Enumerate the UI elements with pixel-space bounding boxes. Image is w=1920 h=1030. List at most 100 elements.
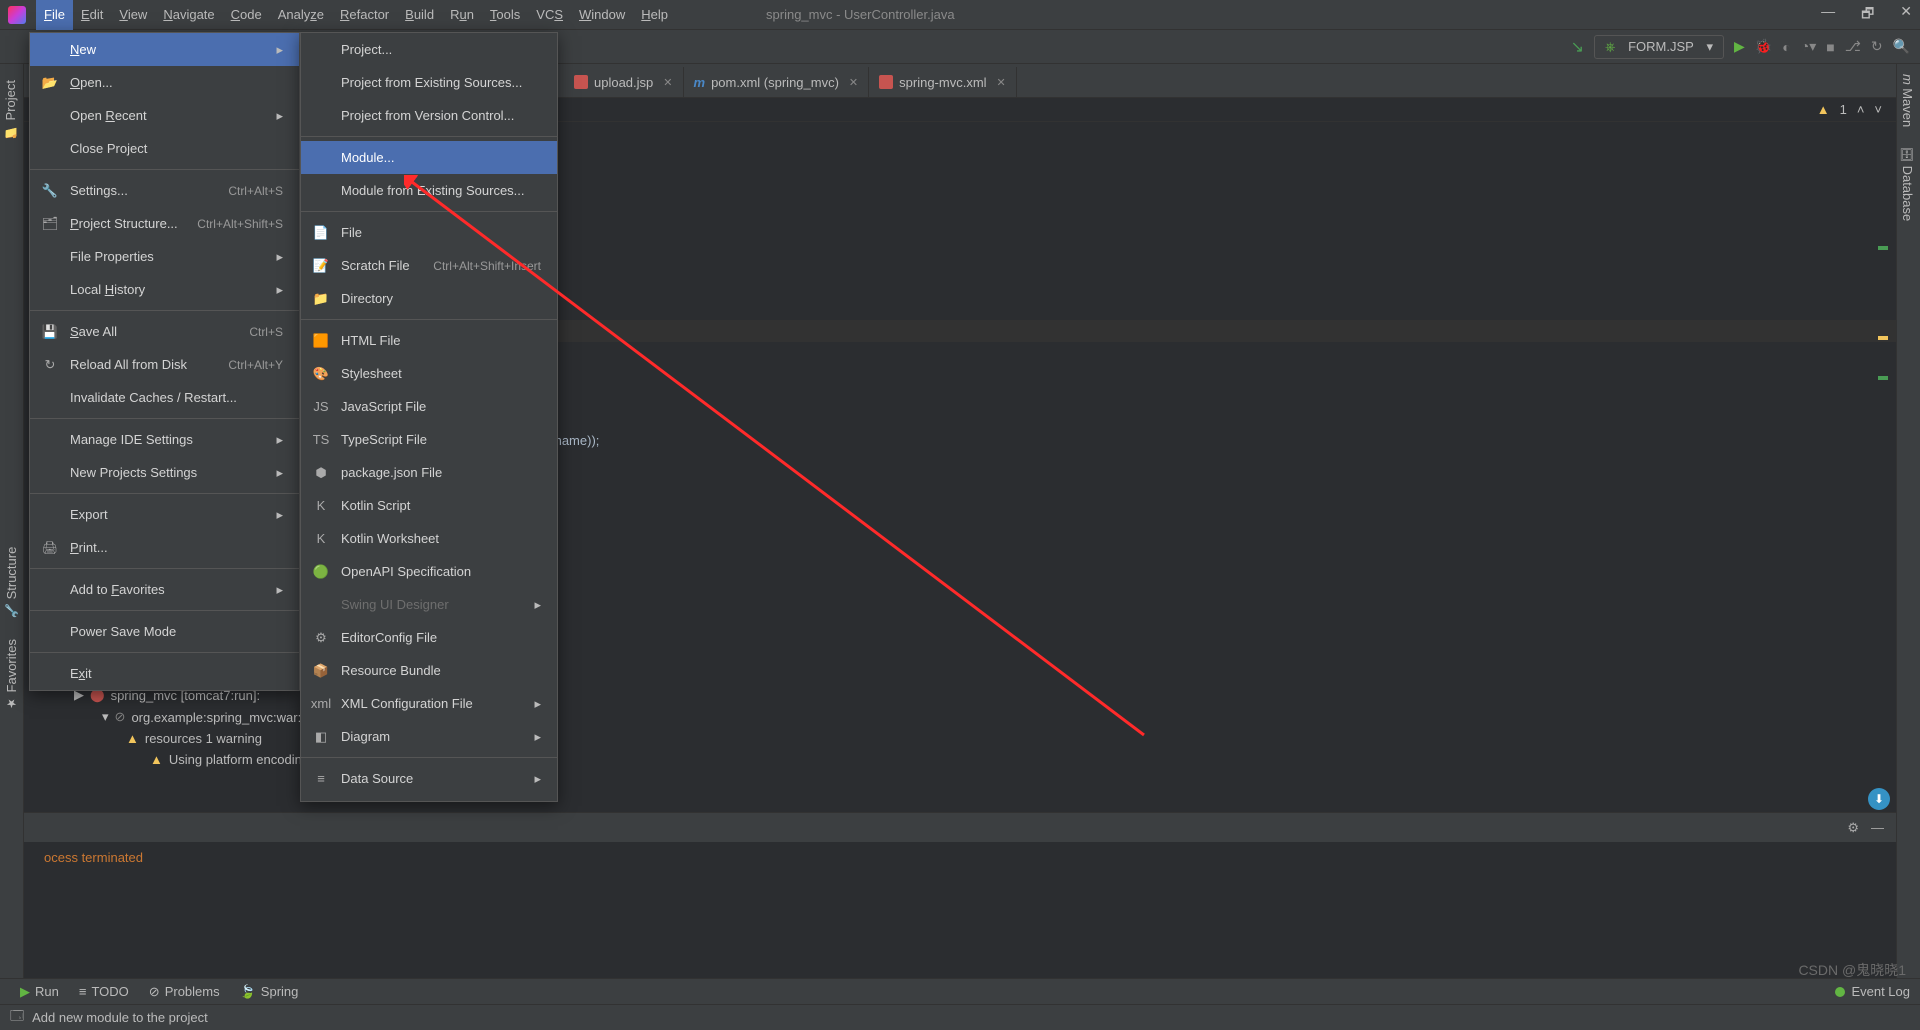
update-icon[interactable]: ↻ <box>1871 38 1883 55</box>
nav-up-icon[interactable]: ˄ <box>1857 102 1865 117</box>
menu-tools[interactable]: Tools <box>482 0 528 30</box>
menu-file[interactable]: File <box>36 0 73 30</box>
menu-window[interactable]: Window <box>571 0 633 30</box>
wrench-icon: 🔧 <box>42 183 58 199</box>
maximize-button[interactable]: 🗗 <box>1861 3 1874 27</box>
close-tab-icon[interactable]: ✕ <box>663 76 672 89</box>
menu-item-add-to-favorites[interactable]: Add to Favorites▸ <box>30 573 299 606</box>
toolwindow-icon[interactable]: 🗔 <box>10 1007 24 1029</box>
submenu-arrow-icon: ▸ <box>534 729 541 745</box>
menu-item-diagram[interactable]: ◧Diagram▸ <box>301 720 557 753</box>
tab-spring-xml[interactable]: spring-mvc.xml✕ <box>869 67 1017 97</box>
menu-item-open-recent[interactable]: Open Recent▸ <box>30 99 299 132</box>
menu-item-scratch-file[interactable]: 📝Scratch FileCtrl+Alt+Shift+Insert <box>301 249 557 282</box>
menu-item-manage-ide-settings[interactable]: Manage IDE Settings▸ <box>30 423 299 456</box>
menu-item-ddl-data-source[interactable]: ≣DDL Data Source <box>301 795 557 802</box>
menu-item-print[interactable]: 🖨Print... <box>30 531 299 564</box>
menu-item-power-save-mode[interactable]: Power Save Mode <box>30 615 299 648</box>
menu-item-kotlin-script[interactable]: KKotlin Script <box>301 489 557 522</box>
menu-item-save-all[interactable]: 💾Save AllCtrl+S <box>30 315 299 348</box>
submenu-arrow-icon: ▸ <box>534 696 541 712</box>
tab-todo[interactable]: ≡TODO <box>69 984 139 999</box>
menu-item-open[interactable]: 📂Open... <box>30 66 299 99</box>
submenu-arrow-icon: ▸ <box>276 465 283 481</box>
menu-item-file[interactable]: 📄File <box>301 216 557 249</box>
menu-item-javascript-file[interactable]: JSJavaScript File <box>301 390 557 423</box>
menu-item-module[interactable]: Module... <box>301 141 557 174</box>
debug-button[interactable]: 🐞 <box>1755 38 1772 55</box>
tab-spring[interactable]: 🍃Spring <box>230 984 309 1000</box>
menu-item-data-source[interactable]: ≡Data Source▸ <box>301 762 557 795</box>
sidebar-database[interactable]: 🗄 Database <box>1897 137 1918 231</box>
menu-view[interactable]: View <box>111 0 155 30</box>
menu-item-directory[interactable]: 📁Directory <box>301 282 557 315</box>
menu-item-project-from-existing-sources[interactable]: Project from Existing Sources... <box>301 66 557 99</box>
menu-help[interactable]: Help <box>633 0 676 30</box>
menu-item-invalidate-caches-restart[interactable]: Invalidate Caches / Restart... <box>30 381 299 414</box>
sidebar-favorites[interactable]: ★ Favorites <box>4 639 19 710</box>
menu-item-new-projects-settings[interactable]: New Projects Settings▸ <box>30 456 299 489</box>
menu-code[interactable]: Code <box>223 0 270 30</box>
nav-down-icon[interactable]: ˅ <box>1874 102 1882 117</box>
menu-item-settings[interactable]: 🔧Settings...Ctrl+Alt+S <box>30 174 299 207</box>
stop-button[interactable]: ■ <box>1826 39 1834 55</box>
coverage-icon[interactable]: ◐ <box>1782 39 1790 55</box>
file-menu: New▸📂Open...Open Recent▸Close Project 🔧Se… <box>29 32 300 691</box>
submenu-arrow-icon: ▸ <box>534 597 541 613</box>
menu-item-file-properties[interactable]: File Properties▸ <box>30 240 299 273</box>
minimap[interactable] <box>1878 186 1888 646</box>
menu-item-openapi-specification[interactable]: 🟢OpenAPI Specification <box>301 555 557 588</box>
build-icon[interactable]: ↘ <box>1571 37 1584 57</box>
menu-analyze[interactable]: Analyze <box>270 0 332 30</box>
tab-run[interactable]: ▶Run <box>10 984 69 1000</box>
menu-item-project-structure[interactable]: 🗂Project Structure...Ctrl+Alt+Shift+S <box>30 207 299 240</box>
minimize-tool-icon[interactable]: — <box>1871 820 1884 835</box>
tab-upload-jsp[interactable]: upload.jsp✕ <box>564 67 684 97</box>
menu-item-module-from-existing-sources[interactable]: Module from Existing Sources... <box>301 174 557 207</box>
menu-item-html-file[interactable]: 🟧HTML File <box>301 324 557 357</box>
tab-problems[interactable]: ⊘Problems <box>139 984 230 1000</box>
close-tab-icon[interactable]: ✕ <box>997 76 1006 89</box>
menu-edit[interactable]: Edit <box>73 0 111 30</box>
menu-item-stylesheet[interactable]: 🎨Stylesheet <box>301 357 557 390</box>
menu-item-swing-ui-designer[interactable]: Swing UI Designer▸ <box>301 588 557 621</box>
menu-item-typescript-file[interactable]: TSTypeScript File <box>301 423 557 456</box>
tab-pom-xml[interactable]: mpom.xml (spring_mvc)✕ <box>684 67 870 97</box>
sidebar-structure[interactable]: 🔧 Structure <box>4 547 19 618</box>
menu-item-project[interactable]: Project... <box>301 33 557 66</box>
close-button[interactable]: ✕ <box>1900 3 1912 27</box>
menu-refactor[interactable]: Refactor <box>332 0 397 30</box>
menu-item-reload-all-from-disk[interactable]: ↻Reload All from DiskCtrl+Alt+Y <box>30 348 299 381</box>
menu-vcs[interactable]: VCS <box>528 0 571 30</box>
sidebar-maven[interactable]: m Maven <box>1897 64 1918 137</box>
menu-item-close-project[interactable]: Close Project <box>30 132 299 165</box>
menu-run[interactable]: Run <box>442 0 482 30</box>
menu-item-local-history[interactable]: Local History▸ <box>30 273 299 306</box>
menu-item-kotlin-worksheet[interactable]: KKotlin Worksheet <box>301 522 557 555</box>
warning-icon[interactable]: ▲ <box>1817 102 1830 117</box>
menu-item-editorconfig-file[interactable]: ⚙EditorConfig File <box>301 621 557 654</box>
profile-icon[interactable]: ◔▾ <box>1801 38 1816 55</box>
menu-item-xml-configuration-file[interactable]: xmlXML Configuration File▸ <box>301 687 557 720</box>
menu-item-new[interactable]: New▸ <box>30 33 299 66</box>
gear-icon[interactable]: ⚙ <box>1847 820 1859 836</box>
menu-navigate[interactable]: Navigate <box>155 0 222 30</box>
minimize-button[interactable]: — <box>1821 3 1835 27</box>
search-icon[interactable]: 🔍 <box>1893 38 1910 55</box>
close-tab-icon[interactable]: ✕ <box>849 76 858 89</box>
menu-item-project-from-version-control[interactable]: Project from Version Control... <box>301 99 557 132</box>
run-config-select[interactable]: ⎈ FORM.JSP ▾ <box>1594 35 1724 59</box>
oas-icon: 🟢 <box>313 564 329 580</box>
menu-build[interactable]: Build <box>397 0 442 30</box>
menu-item-export[interactable]: Export▸ <box>30 498 299 531</box>
download-button[interactable]: ⬇ <box>1868 788 1890 810</box>
menu-item-package-json-file[interactable]: ⬢package.json File <box>301 456 557 489</box>
sidebar-project[interactable]: 📁 Project <box>0 70 21 148</box>
run-button[interactable]: ▶ <box>1734 38 1745 55</box>
save-icon: 💾 <box>42 324 58 340</box>
event-log-button[interactable]: Event Log <box>1835 984 1910 999</box>
window-title: spring_mvc - UserController.java <box>766 7 955 22</box>
menu-item-exit[interactable]: Exit <box>30 657 299 690</box>
menu-item-resource-bundle[interactable]: 📦Resource Bundle <box>301 654 557 687</box>
git-icon[interactable]: ⎇ <box>1845 38 1861 55</box>
